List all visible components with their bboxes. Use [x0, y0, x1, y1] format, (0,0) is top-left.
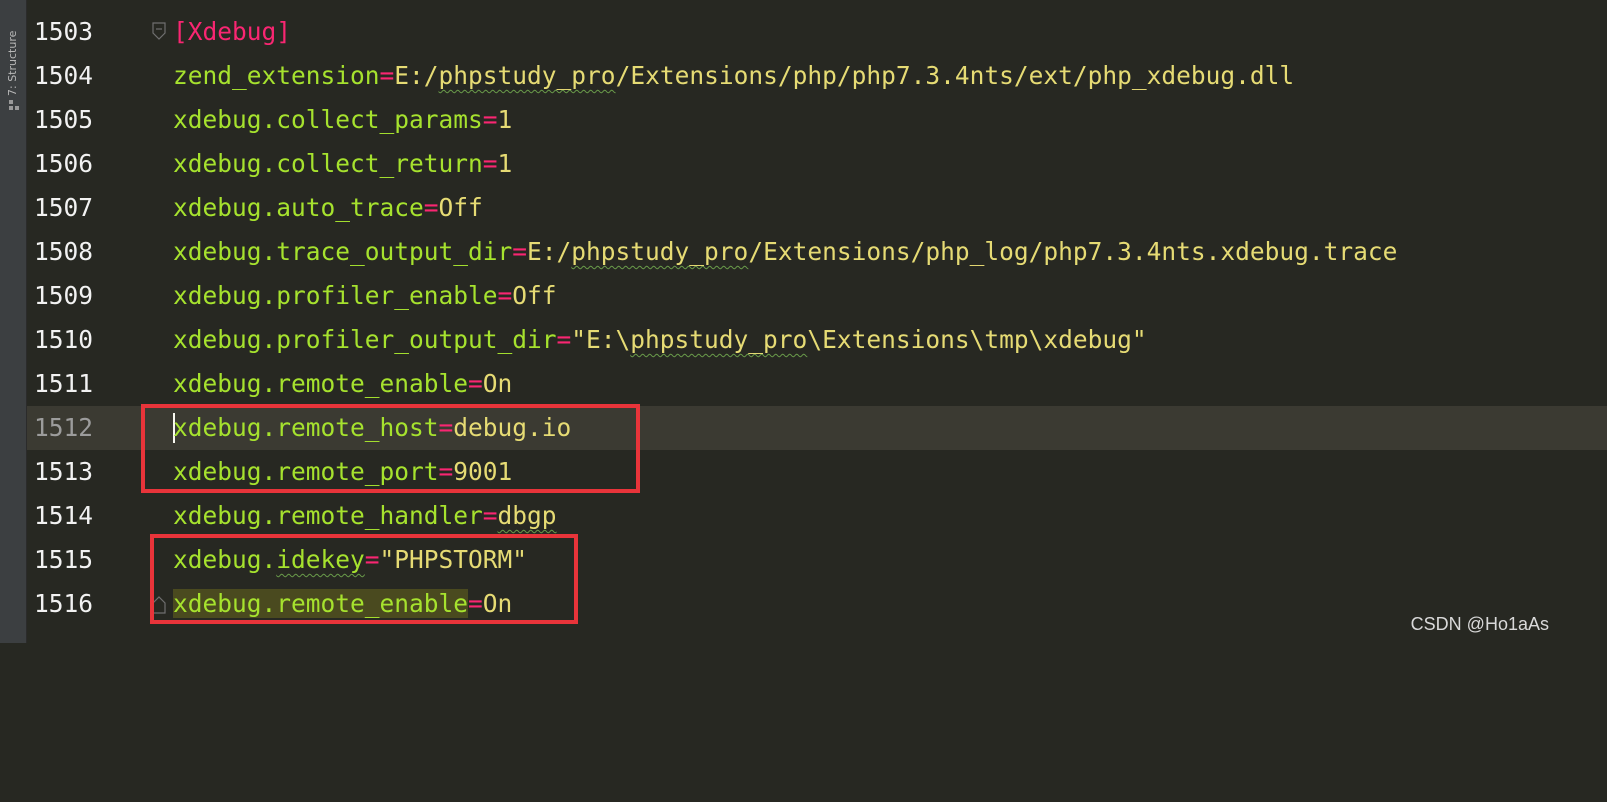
assign-operator: =: [482, 105, 498, 134]
spelling-warning-word: phpstudy_pro: [438, 61, 616, 90]
line-number: 1510: [34, 325, 94, 354]
config-value-prefix: "E:\: [571, 325, 631, 354]
config-value: Off: [438, 193, 483, 222]
code-line-1508[interactable]: 1508 xdebug.trace_output_dir=E:/phpstudy…: [27, 230, 1607, 274]
config-value: 1: [497, 149, 513, 178]
code-line-1505[interactable]: 1505 xdebug.collect_params=1: [27, 98, 1607, 142]
config-value-suffix: \Extensions\tmp\xdebug": [807, 325, 1147, 354]
line-number: 1504: [34, 61, 94, 90]
annotation-box-idekey-enable: [150, 534, 578, 624]
config-value: Off: [512, 281, 557, 310]
line-number: 1506: [34, 149, 94, 178]
assign-operator: =: [423, 193, 439, 222]
config-key: zend_extension: [173, 61, 380, 90]
annotation-box-remote-host-port: [141, 404, 640, 493]
config-key: xdebug.trace_output_dir: [173, 237, 513, 266]
config-value-prefix: E:/: [527, 237, 572, 266]
line-number: 1507: [34, 193, 94, 222]
tool-window-strip: 7: Structure: [0, 0, 27, 643]
spelling-warning-word: phpstudy_pro: [630, 325, 808, 354]
code-line-1511[interactable]: 1511 xdebug.remote_enable=On: [27, 362, 1607, 406]
config-key: xdebug.remote_enable: [173, 369, 469, 398]
code-line-1510[interactable]: 1510 xdebug.profiler_output_dir="E:\phps…: [27, 318, 1607, 362]
structure-tab[interactable]: 7: Structure: [4, 8, 22, 110]
line-number: 1508: [34, 237, 94, 266]
config-value: 1: [497, 105, 513, 134]
config-value-suffix: /Extensions/php_log/php7.3.4nts.xdebug.t…: [748, 237, 1398, 266]
line-number: 1509: [34, 281, 94, 310]
config-value: On: [482, 369, 513, 398]
code-line-1509[interactable]: 1509 xdebug.profiler_enable=Off: [27, 274, 1607, 318]
config-key: xdebug.auto_trace: [173, 193, 424, 222]
structure-icon: [9, 100, 19, 110]
config-value-suffix: /Extensions/php/php7.3.4nts/ext/php_xdeb…: [615, 61, 1295, 90]
config-key: xdebug.profiler_enable: [173, 281, 498, 310]
config-key: xdebug.profiler_output_dir: [173, 325, 557, 354]
assign-operator: =: [379, 61, 395, 90]
assign-operator: =: [556, 325, 572, 354]
line-number: 1516: [34, 589, 94, 618]
line-number: 1505: [34, 105, 94, 134]
spelling-warning-word: dbgp: [497, 501, 557, 530]
line-number: 1503: [34, 17, 94, 46]
config-key: xdebug.remote_handler: [173, 501, 483, 530]
assign-operator: =: [497, 281, 513, 310]
line-number: 1511: [34, 369, 94, 398]
section-header: [Xdebug]: [173, 17, 292, 46]
line-number: 1512: [34, 413, 94, 442]
assign-operator: =: [482, 149, 498, 178]
spelling-warning-word: phpstudy_pro: [571, 237, 749, 266]
config-key: xdebug.collect_params: [173, 105, 483, 134]
assign-operator: =: [482, 501, 498, 530]
config-key: xdebug.collect_return: [173, 149, 483, 178]
assign-operator: =: [512, 237, 528, 266]
line-number: 1513: [34, 457, 94, 486]
line-number: 1514: [34, 501, 94, 530]
assign-operator: =: [468, 369, 483, 398]
code-line-1507[interactable]: 1507 xdebug.auto_trace=Off: [27, 186, 1607, 230]
structure-tab-label: 7: Structure: [6, 30, 19, 96]
line-number: 1515: [34, 545, 94, 574]
code-line-1503[interactable]: 1503 [Xdebug]: [27, 10, 1607, 54]
fold-icon[interactable]: [152, 22, 166, 40]
code-line-1514[interactable]: 1514 xdebug.remote_handler=dbgp: [27, 494, 1607, 538]
config-value-prefix: E:/: [394, 61, 439, 90]
watermark: CSDN @Ho1aAs: [1410, 614, 1549, 634]
code-line-1506[interactable]: 1506 xdebug.collect_return=1: [27, 142, 1607, 186]
code-line-1504[interactable]: 1504 zend_extension=E:/phpstudy_pro/Exte…: [27, 54, 1607, 98]
